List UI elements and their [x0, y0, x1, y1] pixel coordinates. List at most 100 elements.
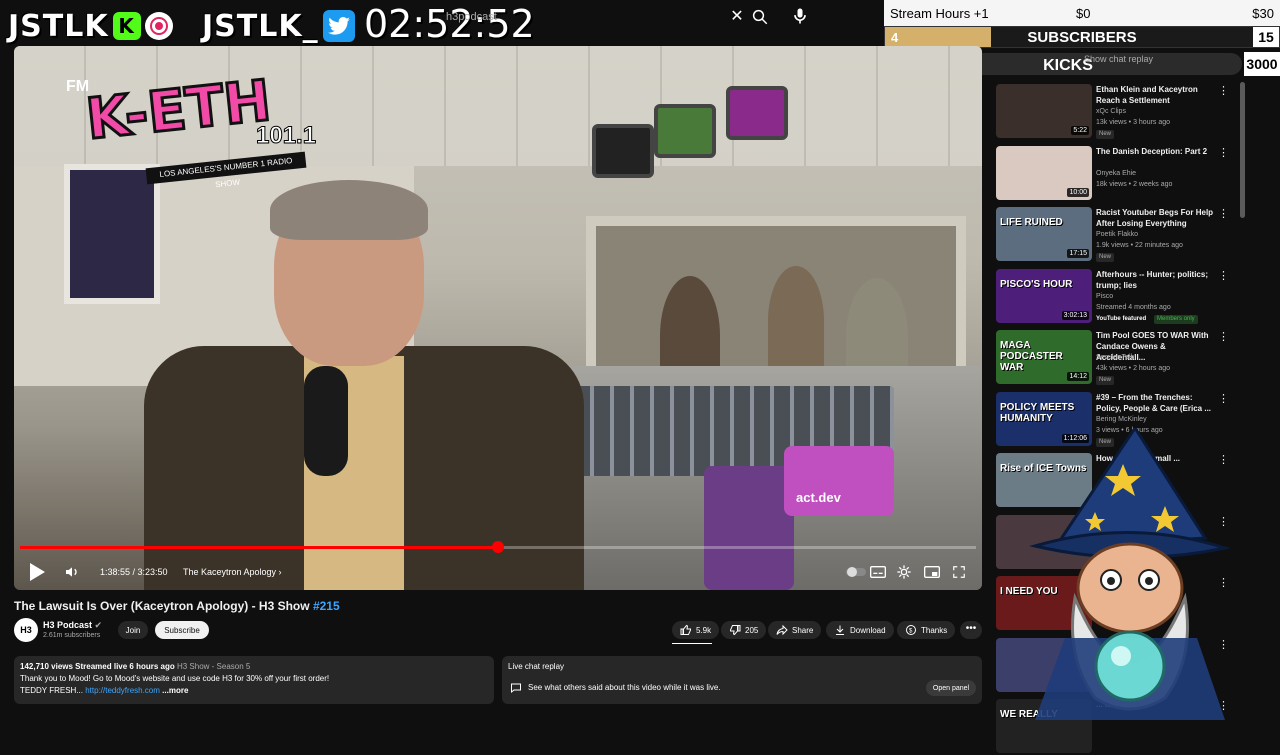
search-input[interactable] — [440, 4, 720, 30]
seek-handle[interactable] — [492, 541, 504, 553]
search-icon[interactable] — [750, 8, 774, 28]
miniplayer-icon[interactable] — [924, 560, 940, 584]
thumbnail-text: MAGA PODCASTER WAR — [1000, 340, 1063, 373]
recommendation-thumbnail[interactable]: 10:00 — [996, 145, 1092, 200]
live-chat-header: Live chat replay — [508, 662, 565, 671]
recommendation-item[interactable]: 10:00 The Danish Deception: Part 2 Onyeka … — [996, 144, 1236, 202]
recommendation-meta: 13k views • 3 hours ago — [1096, 119, 1171, 126]
show-chat-replay-button[interactable]: Show chat replay — [1084, 54, 1153, 64]
subscribe-button[interactable]: Subscribe — [155, 621, 209, 639]
subscribers-goal: 4 SUBSCRIBERS 15 — [884, 26, 1280, 48]
recommendation-meta: 18k views • 2 weeks ago — [1096, 180, 1173, 188]
recommendation-thumbnail[interactable]: LIFE RUINED 17:15 — [996, 207, 1092, 261]
open-panel-button[interactable]: Open panel — [926, 680, 976, 696]
play-icon[interactable] — [28, 560, 46, 584]
studio-monitor — [592, 124, 654, 178]
microphone — [304, 366, 348, 476]
video-player[interactable]: FM K-ETH 101.1 LOS ANGELES'S NUMBER 1 RA… — [14, 46, 982, 590]
description-more-link[interactable]: ...more — [162, 686, 188, 695]
radio-station-logo: FM K-ETH 101.1 LOS ANGELES'S NUMBER 1 RA… — [66, 67, 317, 189]
close-icon[interactable]: ✕ — [728, 8, 746, 26]
recommendation-title[interactable]: Racist Youtuber Begs For Help After Losi… — [1096, 207, 1216, 229]
video-duration: 3:02:13 — [1061, 310, 1089, 320]
autoplay-toggle-icon[interactable] — [846, 560, 866, 584]
more-actions-button[interactable]: ••• — [960, 621, 982, 639]
thumbnail-text: PISCO'S HOUR — [1000, 278, 1073, 290]
recommendation-meta: 1.9k views • 22 minutes ago — [1096, 242, 1183, 249]
new-badge: New — [1096, 253, 1115, 262]
sidebar-scrollbar[interactable] — [1240, 82, 1245, 218]
recommendation-thumbnail[interactable]: 5:22 — [996, 84, 1092, 138]
more-options-icon[interactable]: ⋮ — [1218, 86, 1229, 98]
dislike-button[interactable]: 205 — [721, 621, 767, 639]
new-badge: New — [1096, 130, 1115, 139]
channel-avatar[interactable]: H3 — [14, 618, 38, 642]
join-button[interactable]: Join — [118, 621, 148, 639]
description-link[interactable]: http://teddyfresh.com — [85, 686, 160, 695]
channel-name-text[interactable]: H3 Podcast — [43, 620, 92, 630]
seek-bar[interactable] — [20, 541, 976, 553]
recommendation-title[interactable]: Ethan Klein and Kaceytron Reach a Settle… — [1096, 84, 1216, 106]
seek-bar-played — [20, 546, 498, 549]
top-bar: JSTLK K JSTLK_ 02:52:52 ✕ — [0, 0, 884, 46]
thanks-button[interactable]: $ Thanks — [897, 621, 956, 639]
search-bar: ✕ — [440, 4, 780, 30]
recommendation-title[interactable]: Afterhours -- Hunter; politics; trump; l… — [1096, 269, 1216, 291]
video-title-hashtag[interactable]: #215 — [313, 599, 340, 613]
stream-hours-target: $30 — [1252, 6, 1274, 21]
mic-icon[interactable] — [790, 6, 810, 26]
recommendation-channel[interactable]: Onyeka Ehie — [1096, 170, 1136, 177]
download-icon — [836, 625, 844, 635]
recommendation-thumbnail[interactable]: MAGA PODCASTER WAR 14:12 — [996, 330, 1092, 384]
view-count-and-date: 142,710 views Streamed live 6 hours ago — [20, 662, 175, 671]
fullscreen-icon[interactable] — [952, 560, 966, 584]
recommendation-title[interactable]: #39 – From the Trenches: Policy, People … — [1096, 392, 1216, 414]
more-options-icon[interactable]: ⋮ — [1218, 209, 1229, 221]
video-duration: 17:15 — [1067, 249, 1089, 258]
recommendation-item[interactable]: MAGA PODCASTER WAR 14:12 Tim Pool GOES TO … — [996, 328, 1236, 386]
description-box[interactable]: 142,710 views Streamed live 6 hours ago … — [14, 656, 494, 704]
stream-hours-label: Stream Hours +1 — [890, 6, 989, 21]
recommendation-title[interactable]: The Danish Deception: Part 2 — [1096, 146, 1216, 157]
recommendation-meta: Streamed 4 months ago — [1096, 303, 1171, 311]
more-options-icon[interactable]: ⋮ — [1218, 332, 1229, 344]
download-button[interactable]: Download — [826, 621, 894, 639]
more-options-icon[interactable]: ⋮ — [1218, 393, 1229, 406]
like-button[interactable]: 5.9k — [672, 621, 720, 639]
kicks-target: 3000 — [1244, 52, 1280, 76]
series-label[interactable]: H3 Show - Season 5 — [177, 662, 250, 671]
kick-logo-icon: K — [112, 12, 141, 40]
recommendation-thumbnail[interactable]: PISCO'S HOUR 3:02:13 — [996, 268, 1092, 323]
subtitles-icon[interactable] — [870, 560, 886, 584]
recommendation-channel[interactable]: Pisco — [1096, 293, 1113, 300]
recommendation-item[interactable]: 5:22 Ethan Klein and Kaceytron Reach a Se… — [996, 82, 1236, 140]
settings-gear-icon[interactable] — [896, 560, 912, 584]
volume-icon[interactable] — [64, 560, 80, 584]
more-options-icon[interactable]: ⋮ — [1218, 270, 1229, 283]
recommendation-channel[interactable]: Bering McKinley — [1096, 416, 1147, 423]
video-duration: 10:00 — [1067, 187, 1089, 197]
brand-left-text: JSTLK — [8, 8, 109, 44]
share-button[interactable]: Share — [768, 621, 822, 639]
recommendation-channel[interactable]: Poetik Flakko — [1096, 231, 1138, 238]
super-thanks-icon: $ — [906, 625, 916, 635]
thumbnail-text: LIFE RUINED — [1000, 217, 1063, 228]
download-label: Download — [850, 625, 886, 635]
logo-main: K-ETH — [82, 67, 276, 154]
share-label: Share — [792, 625, 814, 635]
new-badge: New — [1096, 376, 1115, 385]
recommendation-channel[interactable]: xQc Clips — [1096, 108, 1126, 115]
brand-right-text: JSTLK_ — [202, 8, 319, 44]
channel-name[interactable]: H3 Podcast ✔ — [43, 620, 102, 631]
recommendation-item[interactable]: PISCO'S HOUR 3:02:13 Afterhours -- Hunter;… — [996, 267, 1236, 325]
studio-monitor — [726, 86, 788, 140]
live-chat-description: See what others said about this video wh… — [528, 683, 721, 692]
recommendation-item[interactable]: LIFE RUINED 17:15 Racist Youtuber Begs For… — [996, 205, 1236, 263]
chat-bubble-icon — [510, 681, 522, 694]
verified-check-icon: ✔ — [94, 620, 103, 630]
logo-frequency: 101.1 — [255, 122, 317, 150]
chapter-label[interactable]: The Kaceytron Apology › — [183, 567, 282, 577]
more-options-icon[interactable]: ⋮ — [1218, 147, 1229, 160]
members-only-badge: Members only — [1154, 314, 1198, 324]
recommendation-channel[interactable]: Secular Talk — [1096, 354, 1134, 361]
